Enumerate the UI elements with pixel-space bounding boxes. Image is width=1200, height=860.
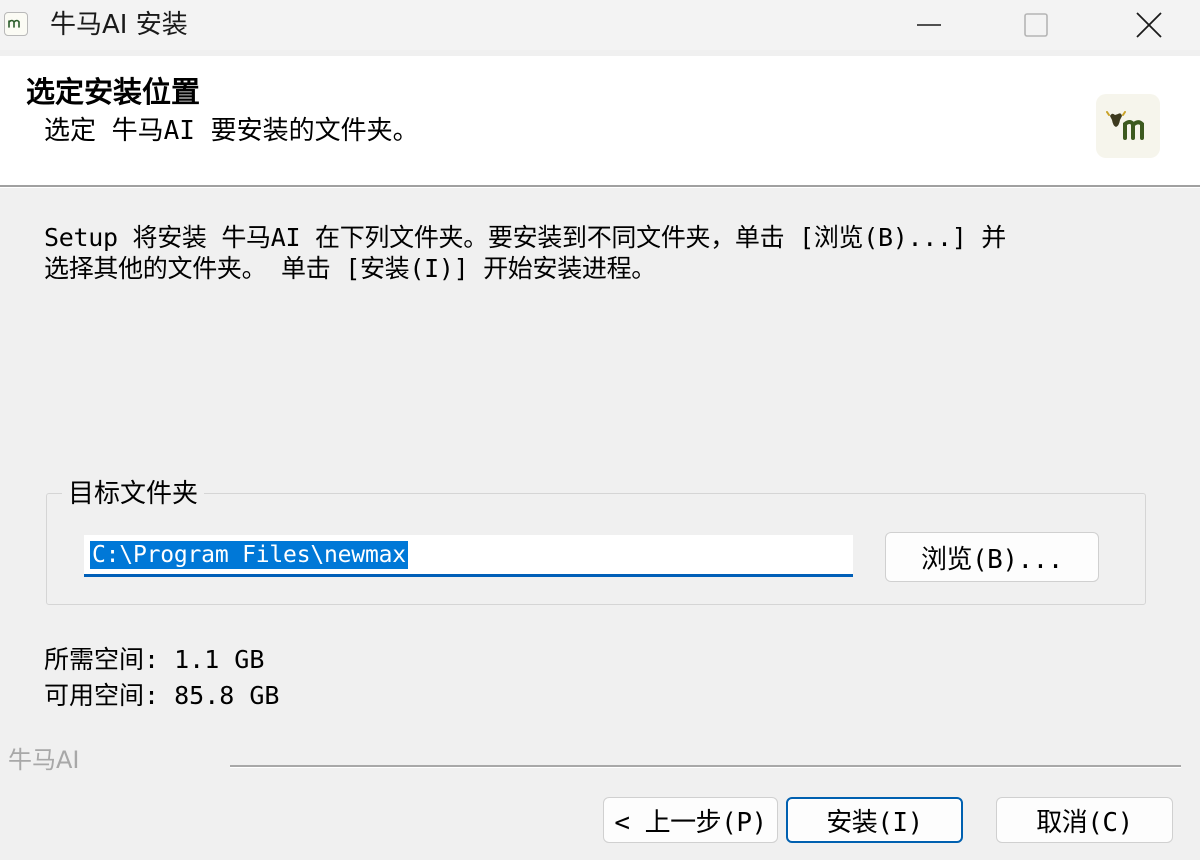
cancel-button[interactable]: 取消(C) xyxy=(996,797,1173,843)
maximize-button[interactable] xyxy=(999,0,1073,50)
installer-window: 牛马AI 安装 选定安装位置 选定 牛马AI 要安装的文件夹。 Setup 将安… xyxy=(0,0,1200,860)
brand-logo-icon xyxy=(1096,94,1160,158)
minimize-icon xyxy=(917,24,941,26)
close-button[interactable] xyxy=(1112,0,1186,50)
destination-path-value: C:\Program Files\newmax xyxy=(90,541,408,569)
minimize-button[interactable] xyxy=(892,0,966,50)
footer-divider-highlight xyxy=(230,767,1181,768)
space-available: 可用空间: 85.8 GB xyxy=(44,681,280,710)
back-button[interactable]: < 上一步(P) xyxy=(603,797,778,843)
header-divider-highlight xyxy=(0,187,1200,188)
page-header: 选定安装位置 选定 牛马AI 要安装的文件夹。 xyxy=(0,56,1200,186)
footer-brand-label: 牛马AI xyxy=(8,746,80,774)
page-subtitle: 选定 牛马AI 要安装的文件夹。 xyxy=(44,116,419,146)
page-title: 选定安装位置 xyxy=(26,75,201,109)
destination-path-input[interactable]: C:\Program Files\newmax xyxy=(84,535,853,577)
space-required: 所需空间: 1.1 GB xyxy=(44,645,265,674)
browse-button[interactable]: 浏览(B)... xyxy=(885,532,1099,582)
destination-folder-label: 目标文件夹 xyxy=(62,478,205,510)
install-button[interactable]: 安装(I) xyxy=(786,797,963,843)
instructions-line-2: 选择其他的文件夹。 单击 [安装(I)] 开始安装进程。 xyxy=(44,254,657,283)
title-bar[interactable]: 牛马AI 安装 xyxy=(0,0,1200,50)
close-icon xyxy=(1136,12,1162,38)
instructions-line-1: Setup 将安装 牛马AI 在下列文件夹。要安装到不同文件夹，单击 [浏览(B… xyxy=(44,223,1006,252)
maximize-icon xyxy=(1024,13,1048,37)
instructions-text: Setup 将安装 牛马AI 在下列文件夹。要安装到不同文件夹，单击 [浏览(B… xyxy=(44,222,1154,284)
app-logo-icon xyxy=(4,12,28,36)
window-title: 牛马AI 安装 xyxy=(50,10,188,40)
